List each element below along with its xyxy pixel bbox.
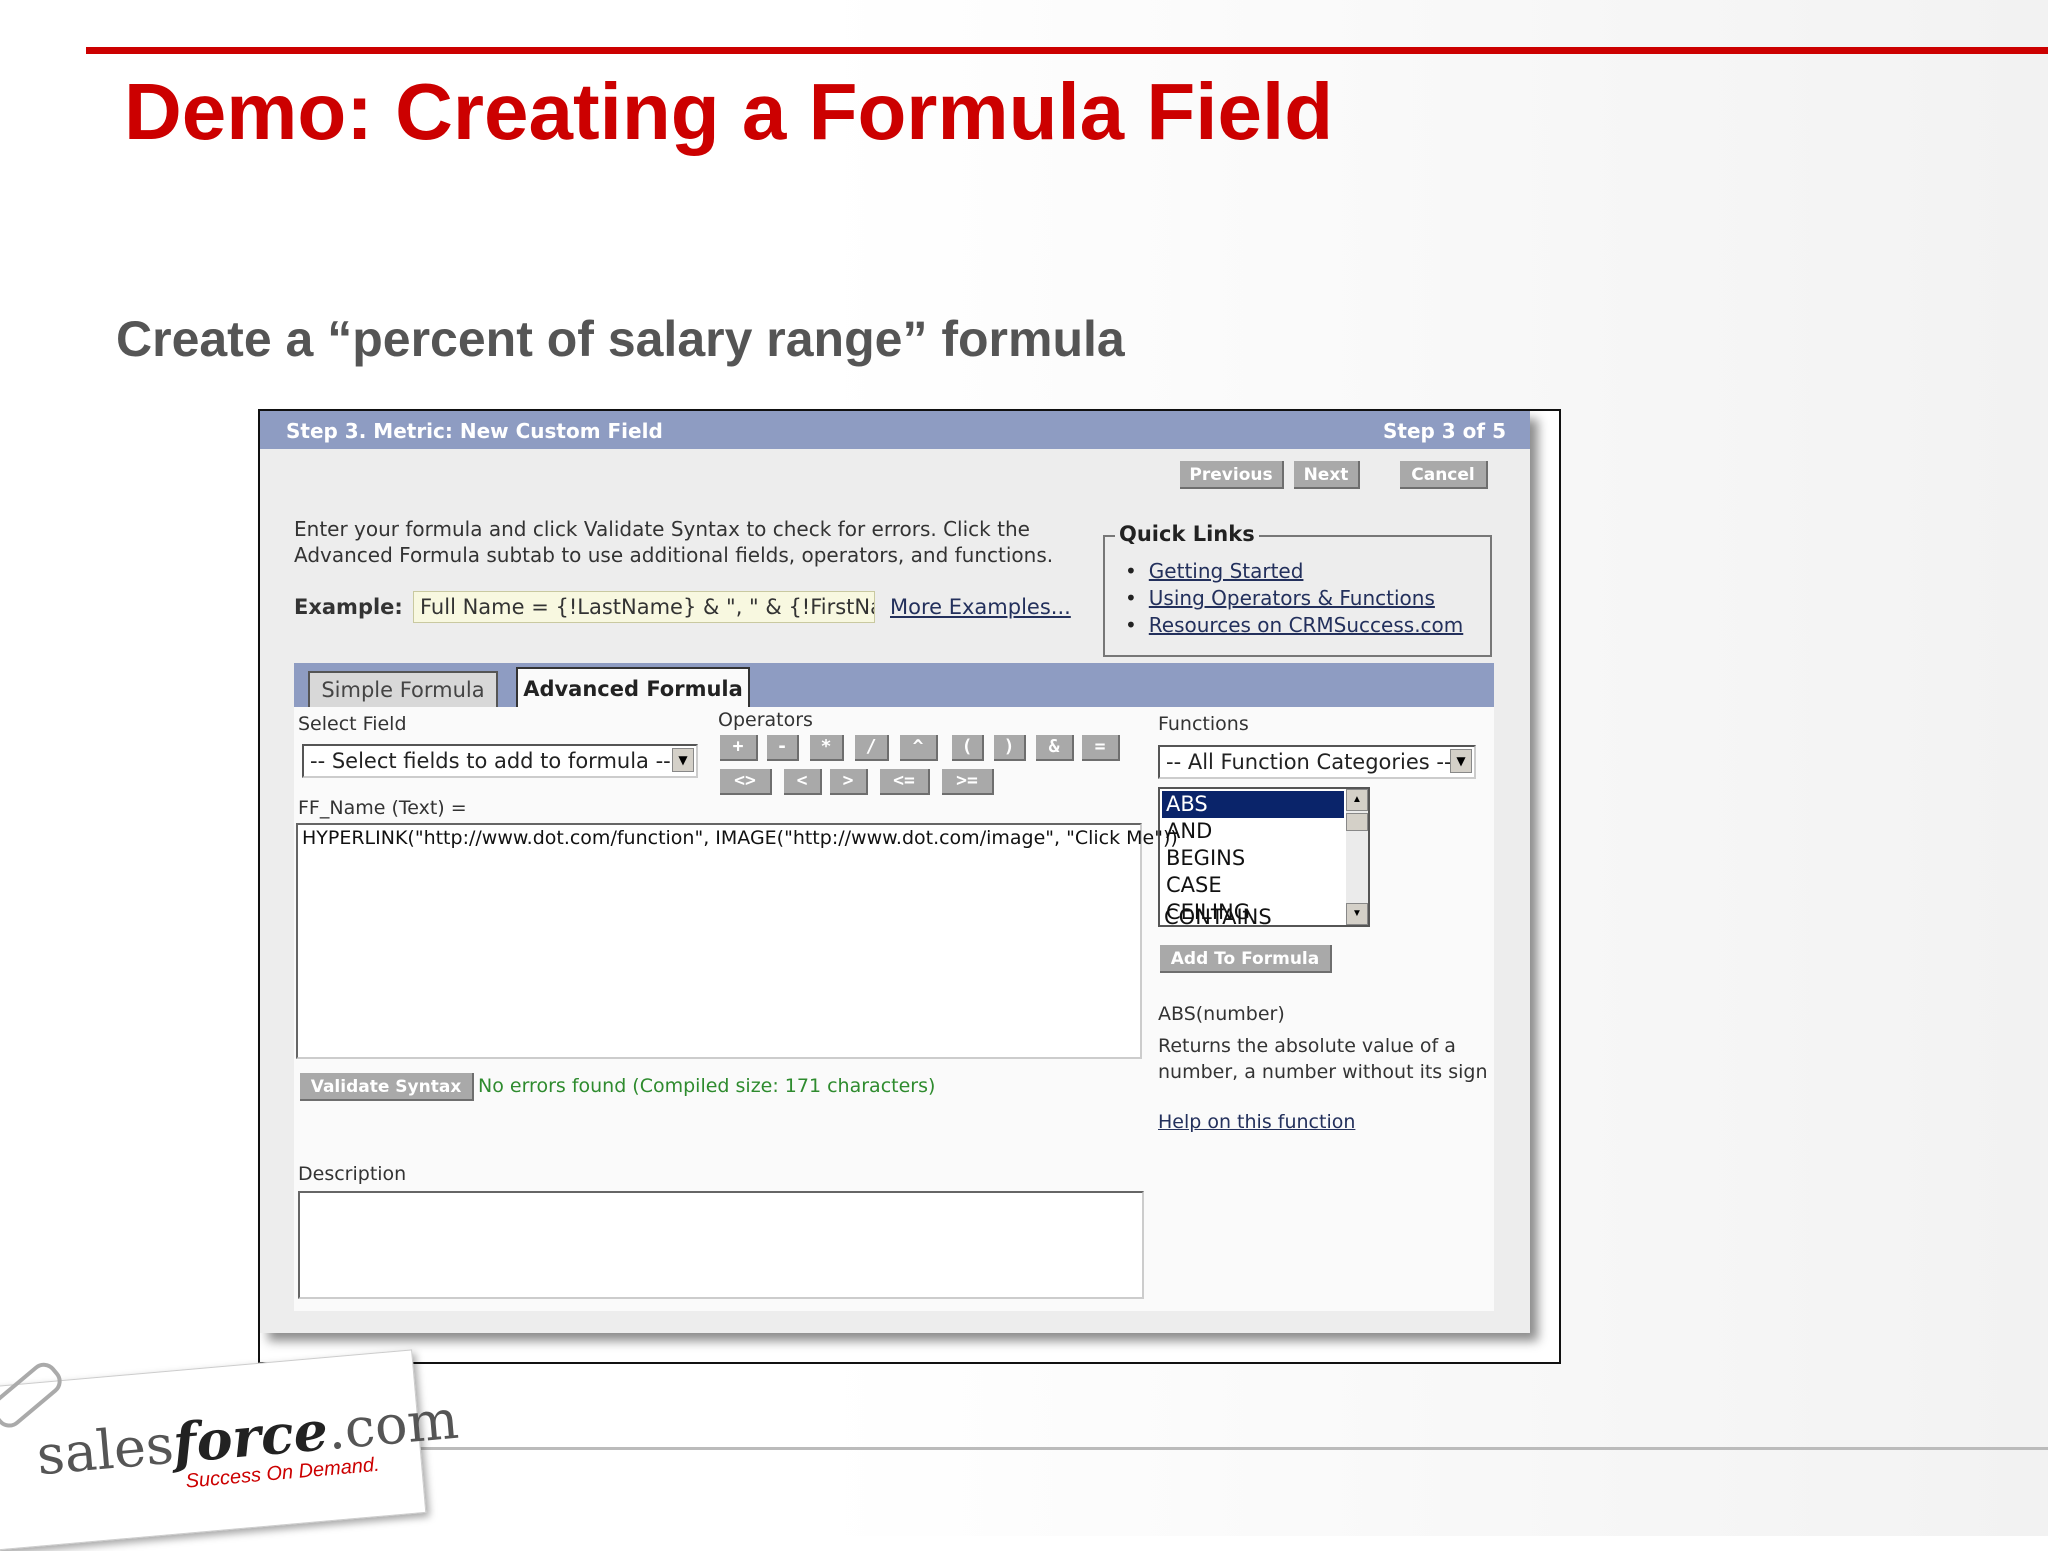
previous-button[interactable]: Previous	[1180, 461, 1284, 489]
function-signature: ABS(number)	[1158, 1003, 1285, 1025]
screenshot-frame: Step 3. Metric: New Custom Field Step 3 …	[258, 409, 1561, 1364]
wizard-panel: Step 3. Metric: New Custom Field Step 3 …	[260, 411, 1530, 1333]
quick-link-item: • Getting Started	[1125, 559, 1303, 583]
slide-subtitle: Create a “percent of salary range” formu…	[116, 311, 1125, 367]
operator-minus-button[interactable]: -	[767, 735, 799, 761]
operator-close-paren-button[interactable]: )	[994, 735, 1026, 761]
select-field-label: Select Field	[298, 713, 407, 735]
cancel-button[interactable]: Cancel	[1400, 461, 1488, 489]
chevron-down-icon[interactable]: ▼	[672, 748, 694, 772]
logo-sales: sales	[34, 1412, 176, 1488]
more-examples-link[interactable]: More Examples...	[890, 595, 1071, 619]
formula-field-label: FF_Name (Text) =	[298, 797, 467, 819]
listbox-scrollbar[interactable]: ▲ ▼	[1346, 789, 1368, 925]
help-on-function-link[interactable]: Help on this function	[1158, 1111, 1355, 1133]
formula-editor[interactable]: HYPERLINK("http://www.dot.com/function",…	[296, 823, 1178, 1059]
quick-link-item: • Resources on CRMSuccess.com	[1125, 613, 1463, 637]
operator-plus-button[interactable]: +	[720, 735, 758, 761]
operator-equals-button[interactable]: =	[1082, 735, 1120, 761]
intro-text-line1: Enter your formula and click Validate Sy…	[294, 517, 1030, 541]
bullet-icon: •	[1125, 613, 1137, 637]
operator-concat-button[interactable]: &	[1036, 735, 1074, 761]
operator-multiply-button[interactable]: *	[810, 735, 844, 761]
logo-dotcom: .com	[324, 1387, 461, 1462]
description-textarea[interactable]	[298, 1191, 1144, 1299]
operator-open-paren-button[interactable]: (	[952, 735, 984, 761]
function-option-begins[interactable]: BEGINS	[1162, 845, 1344, 872]
function-option-abs[interactable]: ABS	[1162, 791, 1344, 818]
quick-link-operators-functions[interactable]: Using Operators & Functions	[1149, 586, 1435, 610]
wizard-title: Step 3. Metric: New Custom Field	[286, 419, 663, 443]
step-indicator: Step 3 of 5	[1382, 419, 1506, 443]
functions-label: Functions	[1158, 713, 1249, 735]
function-option-contains[interactable]: CONTAINS	[1164, 905, 1272, 929]
function-category-dropdown[interactable]: -- All Function Categories -- ▼	[1158, 745, 1476, 779]
validation-result: No errors found (Compiled size: 171 char…	[478, 1075, 936, 1097]
function-category-value: -- All Function Categories --	[1166, 750, 1452, 774]
scroll-thumb[interactable]	[1346, 813, 1368, 831]
select-field-dropdown[interactable]: -- Select fields to add to formula -- ▼	[302, 744, 698, 778]
function-description-line1: Returns the absolute value of a	[1158, 1035, 1456, 1057]
operator-less-than-button[interactable]: <	[784, 769, 822, 795]
example-label: Example:	[294, 595, 403, 619]
wizard-header: Step 3. Metric: New Custom Field Step 3 …	[260, 411, 1530, 449]
intro-text-line2: Advanced Formula subtab to use additiona…	[294, 543, 1054, 567]
validate-syntax-button[interactable]: Validate Syntax	[300, 1073, 474, 1101]
quick-links-box: Quick Links • Getting Started • Using Oper…	[1103, 522, 1492, 657]
quick-link-resources[interactable]: Resources on CRMSuccess.com	[1149, 613, 1463, 637]
operator-exponent-button[interactable]: ^	[900, 735, 938, 761]
operator-divide-button[interactable]: /	[855, 735, 889, 761]
formula-text: HYPERLINK("http://www.dot.com/function",…	[302, 827, 1178, 849]
slide-title: Demo: Creating a Formula Field	[124, 67, 1334, 156]
tab-simple-formula[interactable]: Simple Formula	[308, 671, 498, 707]
operator-not-equal-button[interactable]: <>	[720, 769, 772, 795]
function-option-and[interactable]: AND	[1162, 818, 1344, 845]
quick-link-getting-started[interactable]: Getting Started	[1149, 559, 1304, 583]
function-option-case[interactable]: CASE	[1162, 872, 1344, 899]
scroll-down-icon[interactable]: ▼	[1346, 903, 1368, 925]
select-field-value: -- Select fields to add to formula --	[310, 749, 671, 773]
function-description-line2: number, a number without its sign	[1158, 1061, 1488, 1083]
operators-label: Operators	[718, 709, 813, 731]
scroll-up-icon[interactable]: ▲	[1346, 789, 1368, 811]
bullet-icon: •	[1125, 559, 1137, 583]
quick-link-item: • Using Operators & Functions	[1125, 586, 1435, 610]
tab-advanced-formula[interactable]: Advanced Formula	[516, 667, 750, 709]
operator-greater-equal-button[interactable]: >=	[942, 769, 994, 795]
example-formula: Full Name = {!LastName} & ", " & {!First…	[413, 591, 875, 623]
next-button[interactable]: Next	[1294, 461, 1360, 489]
formula-tab-bar: Simple Formula Advanced Formula	[294, 663, 1494, 709]
title-rule	[86, 47, 2048, 54]
chevron-down-icon[interactable]: ▼	[1450, 749, 1472, 773]
description-label: Description	[298, 1163, 407, 1185]
bullet-icon: •	[1125, 586, 1137, 610]
footer-rule	[400, 1447, 2048, 1450]
quick-links-title: Quick Links	[1115, 522, 1259, 546]
add-to-formula-button[interactable]: Add To Formula	[1160, 945, 1332, 973]
operator-less-equal-button[interactable]: <=	[880, 769, 930, 795]
operator-greater-than-button[interactable]: >	[830, 769, 868, 795]
